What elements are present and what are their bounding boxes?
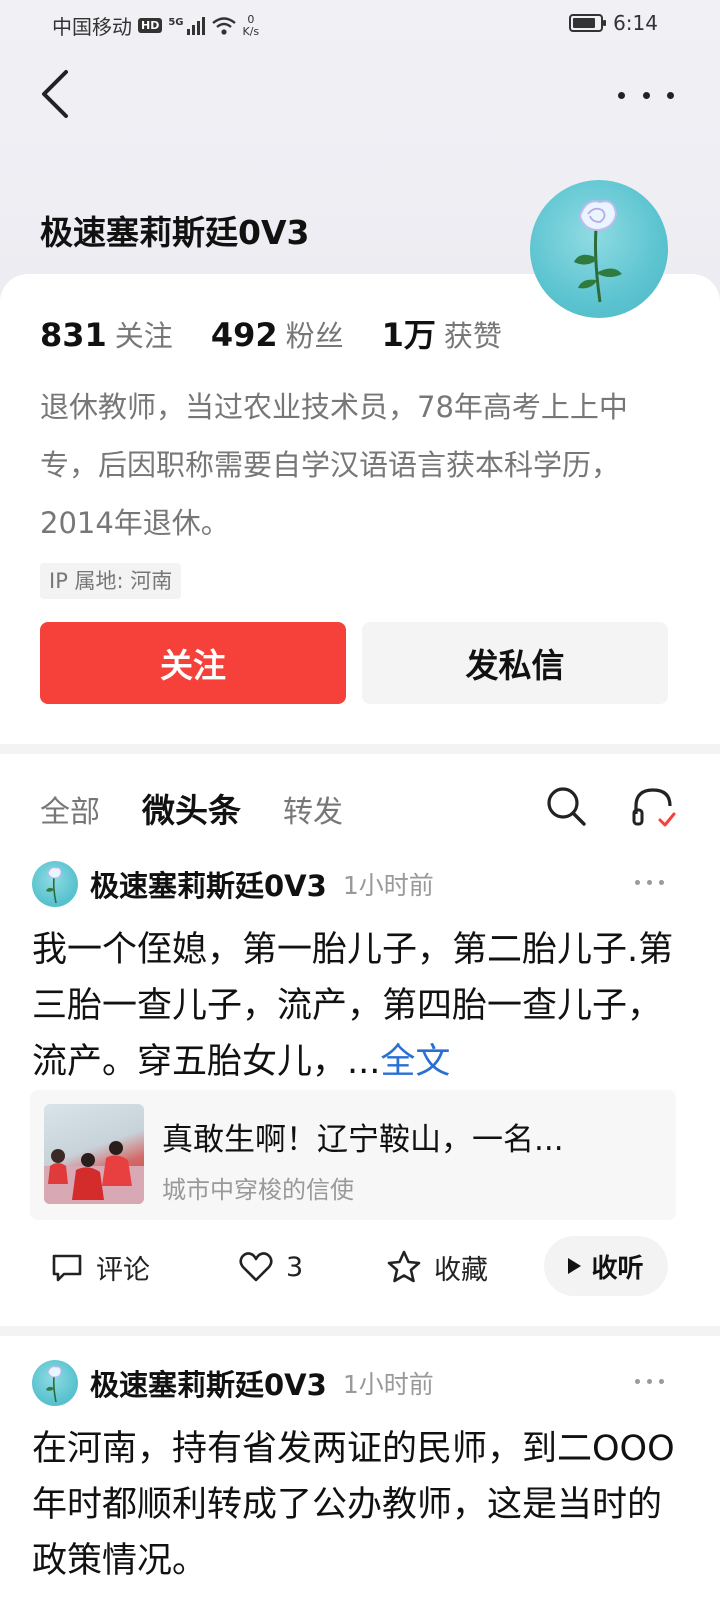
tab-reposts[interactable]: 转发 [283, 787, 343, 831]
network-speed: 0 K/s [242, 12, 260, 38]
profile-avatar[interactable] [530, 180, 668, 318]
listen-button[interactable]: 收听 [544, 1236, 668, 1296]
stat-followers[interactable]: 492 粉丝 [211, 313, 344, 355]
stat-label: 粉丝 [285, 319, 344, 353]
dot-icon [659, 880, 664, 885]
author-avatar[interactable] [32, 1360, 78, 1406]
profile-name: 极速塞莉斯廷0V3 [40, 213, 310, 252]
play-icon [568, 1258, 582, 1274]
dot-icon [647, 880, 652, 885]
comment-label: 评论 [96, 1254, 150, 1286]
post-time: 1小时前 [342, 871, 434, 900]
heart-icon [239, 1252, 273, 1282]
children-photo-icon [44, 1141, 144, 1204]
post-header: 极速塞莉斯廷0V3 1小时前 [32, 1359, 434, 1407]
article-title: 真敢生啊！辽宁鞍山，一名... [162, 1122, 564, 1158]
post-text[interactable]: 在河南，持有省发两证的民师，到二OOO年时都顺利转成了公办教师，这是当时的政策情… [32, 1421, 682, 1589]
content-tabs: 全部 微头条 转发 [40, 784, 343, 832]
comment-button[interactable]: 评论 [50, 1236, 150, 1298]
tab-all[interactable]: 全部 [40, 787, 100, 831]
profile-bio: 退休教师，当过农业技术员，78年高考上上中专，后因职称需要自学汉语语言获本科学历… [40, 390, 628, 540]
stat-likes[interactable]: 1万 获赞 [382, 310, 502, 356]
battery-icon [569, 14, 607, 32]
back-arrow-icon [42, 70, 68, 118]
post-more-button[interactable] [635, 1379, 664, 1384]
dot-icon [642, 91, 650, 99]
section-divider [0, 744, 720, 754]
dot-icon [659, 1379, 664, 1384]
dot-icon [618, 91, 625, 99]
network-type-label: 5G [168, 16, 184, 28]
post-header: 极速塞莉斯廷0V3 1小时前 [32, 860, 434, 908]
comment-icon [52, 1254, 82, 1282]
dot-icon [635, 1379, 640, 1384]
favorite-label: 收藏 [434, 1254, 488, 1286]
profile-stats: 831 关注 492 粉丝 1万 获赞 [40, 310, 502, 356]
network-speed-unit: K/s [242, 24, 260, 38]
post-item[interactable]: 极速塞莉斯廷0V3 1小时前 我一个侄媳，第一胎儿子，第二胎儿子.第三胎一查儿子… [0, 860, 720, 1320]
tab-micro-headlines[interactable]: 微头条 [142, 784, 241, 832]
rose-icon [574, 200, 622, 303]
stat-label: 获赞 [443, 319, 502, 353]
stat-number: 831 [40, 316, 107, 354]
quoted-article[interactable]: 真敢生啊！辽宁鞍山，一名... 城市中穿梭的信使 [30, 1090, 676, 1220]
follow-button[interactable]: 关注 [40, 622, 346, 704]
post-text[interactable]: 我一个侄媳，第一胎儿子，第二胎儿子.第三胎一查儿子，流产，第四胎一查儿子，流产。… [32, 922, 682, 1090]
post-text-body: 在河南，持有省发两证的民师，到二OOO年时都顺利转成了公办教师，这是当时的政策情… [32, 1429, 675, 1581]
post-more-button[interactable] [635, 880, 664, 885]
stat-number: 1万 [381, 316, 436, 354]
ip-location-badge: IP 属地: 河南 [40, 563, 182, 599]
like-count: 3 [286, 1251, 304, 1283]
clock: 6:14 [613, 11, 658, 35]
network-speed-value: 0 [247, 12, 255, 26]
listen-mode-button[interactable] [630, 784, 676, 830]
star-icon [387, 1250, 421, 1283]
favorite-button[interactable]: 收藏 [386, 1236, 488, 1298]
search-icon [547, 787, 586, 826]
dot-icon [667, 91, 674, 99]
status-bar: 中国移动 HD 5G 0 K/s 6:14 [0, 0, 720, 48]
stat-number: 492 [210, 316, 278, 354]
post-item[interactable]: 极速塞莉斯廷0V3 1小时前 在河南，持有省发两证的民师，到二OOO年时都顺利转… [0, 1359, 720, 1600]
rose-icon [46, 867, 62, 904]
more-options-button[interactable] [618, 80, 674, 110]
post-actions: 评论 3 收藏 收听 [0, 1236, 720, 1298]
stat-label: 关注 [114, 319, 173, 353]
like-button[interactable]: 3 [238, 1236, 303, 1298]
post-divider [0, 1326, 720, 1336]
signal-icon: 5G [168, 16, 205, 35]
post-author[interactable]: 极速塞莉斯廷0V3 [90, 863, 327, 905]
read-full-link[interactable]: 全文 [380, 1042, 450, 1082]
dot-icon [635, 880, 640, 885]
post-text-body: 我一个侄媳，第一胎儿子，第二胎儿子.第三胎一查儿子，流产，第四胎一查儿子，流产。… [32, 930, 674, 1082]
carrier-label: 中国移动 [52, 15, 132, 39]
stat-following[interactable]: 831 关注 [40, 313, 173, 355]
message-button[interactable]: 发私信 [362, 622, 668, 704]
search-button[interactable] [544, 784, 588, 828]
wifi-icon [211, 16, 236, 35]
article-source: 城市中穿梭的信使 [162, 1176, 354, 1204]
article-thumbnail [44, 1104, 144, 1204]
listen-label: 收听 [591, 1253, 644, 1284]
hd-badge: HD [138, 18, 163, 33]
post-author[interactable]: 极速塞莉斯廷0V3 [90, 1362, 327, 1404]
dot-icon [647, 1379, 652, 1384]
back-button[interactable] [30, 66, 82, 122]
author-avatar[interactable] [32, 861, 78, 907]
headphones-icon [632, 788, 676, 827]
rose-icon [46, 1366, 62, 1403]
post-time: 1小时前 [342, 1370, 434, 1399]
